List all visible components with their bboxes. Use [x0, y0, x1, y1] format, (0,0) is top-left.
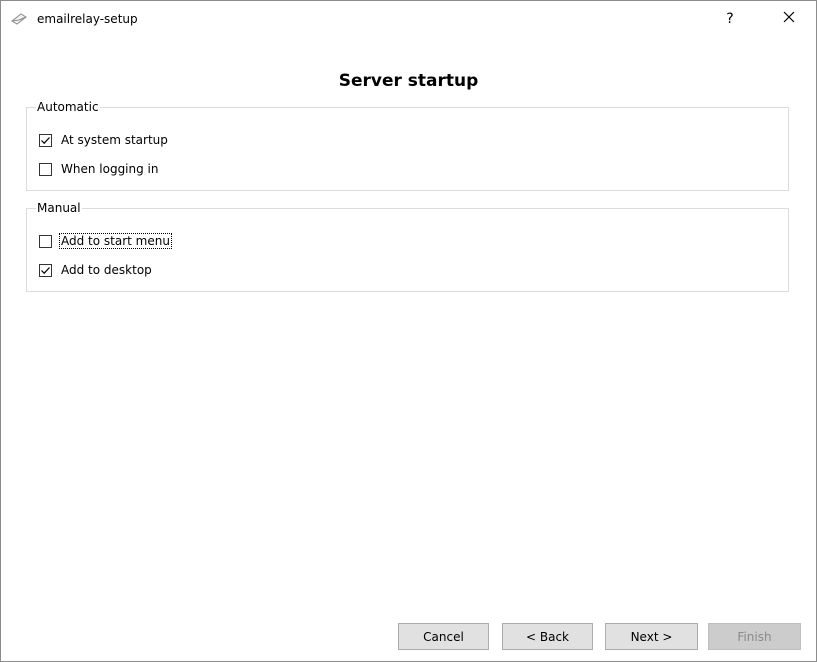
- setup-window: emailrelay-setup ? Server startup Automa…: [0, 0, 817, 662]
- next-button[interactable]: Next >: [605, 623, 698, 650]
- add-to-desktop-checkbox[interactable]: [39, 263, 52, 277]
- when-logging-in-checkbox[interactable]: [39, 162, 52, 176]
- close-button[interactable]: [766, 1, 812, 37]
- wizard-page: Server startup Automatic At system start…: [1, 38, 816, 661]
- back-button[interactable]: < Back: [502, 623, 593, 650]
- add-to-start-menu-option[interactable]: Add to start menu: [39, 233, 172, 249]
- at-system-startup-label: At system startup: [61, 133, 168, 147]
- page-title: Server startup: [338, 71, 479, 91]
- add-to-desktop-option[interactable]: Add to desktop: [39, 262, 153, 278]
- add-to-start-menu-label: Add to start menu: [59, 233, 172, 249]
- checkmark-icon: [41, 136, 50, 144]
- group-title-automatic: Automatic: [36, 100, 100, 114]
- cancel-button[interactable]: Cancel: [398, 623, 489, 650]
- help-button[interactable]: ?: [707, 1, 753, 37]
- close-icon: [783, 11, 795, 27]
- add-to-desktop-label: Add to desktop: [61, 263, 152, 277]
- when-logging-in-label: When logging in: [61, 162, 159, 176]
- title-bar[interactable]: emailrelay-setup ?: [1, 1, 816, 38]
- window-title: emailrelay-setup: [37, 12, 138, 26]
- at-system-startup-checkbox[interactable]: [39, 133, 52, 147]
- finish-button[interactable]: Finish: [708, 623, 801, 650]
- when-logging-in-option[interactable]: When logging in: [39, 161, 160, 177]
- envelope-icon: [11, 12, 27, 26]
- manual-group: Manual Add to start menu Add to desktop: [26, 201, 789, 292]
- add-to-start-menu-checkbox[interactable]: [39, 234, 52, 248]
- group-title-manual: Manual: [36, 201, 82, 215]
- help-icon: ?: [726, 11, 734, 27]
- automatic-group: Automatic At system startup When logging…: [26, 100, 789, 191]
- checkmark-icon: [41, 266, 50, 274]
- at-system-startup-option[interactable]: At system startup: [39, 132, 169, 148]
